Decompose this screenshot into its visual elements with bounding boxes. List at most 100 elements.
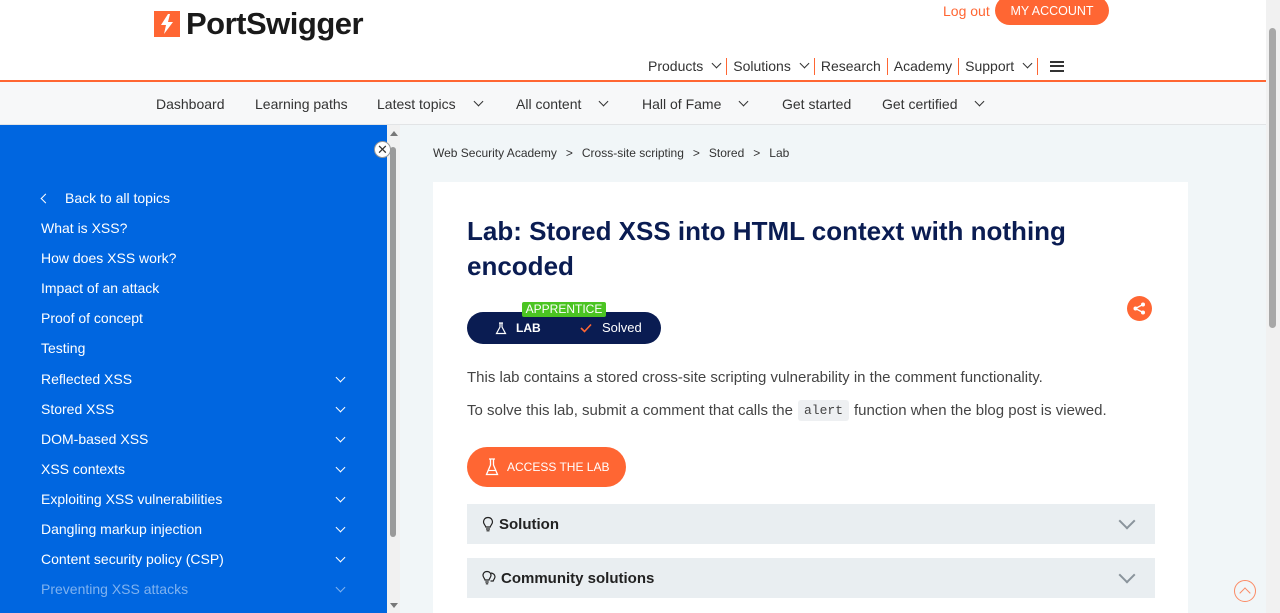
subnav-label: Dashboard [156,96,225,112]
lab-status-label: Solved [602,320,642,335]
hamburger-icon [1050,60,1065,72]
lab-status: Solved [580,320,642,335]
close-sidebar-button[interactable]: ✕ [374,141,391,158]
nav-label: Academy [893,58,953,74]
chevron-down-icon [711,58,722,69]
sidebar-item[interactable]: Proof of concept [41,308,347,328]
nav-label: Support [965,58,1015,74]
chevron-left-icon [40,193,51,203]
scroll-thumb[interactable] [1269,28,1276,328]
community-solutions-accordion[interactable]: Community solutions [467,558,1155,598]
access-lab-button[interactable]: ACCESS THE LAB [467,447,626,487]
accordion-title: Community solutions [501,569,655,587]
portswigger-logo[interactable]: PortSwigger [154,6,364,42]
sidebar-item-label: How does XSS work? [41,250,177,266]
sidebar-item[interactable]: Exploiting XSS vulnerabilities [41,489,347,509]
breadcrumb: Web Security Academy > Cross-site script… [433,146,789,160]
sidebar-item[interactable]: Reflected XSS [41,369,347,389]
nav-solutions[interactable]: Solutions [727,58,814,74]
subnav-latest-topics[interactable]: Latest topics [377,96,484,112]
back-to-topics-link[interactable]: Back to all topics [40,190,170,206]
chevron-down-icon[interactable] [335,402,346,412]
sidebar-item-label: XSS contexts [41,461,126,477]
sidebar-item-label: Preventing XSS attacks [41,581,189,597]
nav-academy[interactable]: Academy [888,58,958,74]
sidebar-item[interactable]: Stored XSS [41,399,347,419]
breadcrumb-stored[interactable]: Stored [709,146,744,160]
chevron-down-icon[interactable] [335,582,346,592]
share-button[interactable] [1127,296,1152,321]
chevron-down-icon[interactable] [335,432,346,442]
sidebar-item-label: Content security policy (CSP) [41,551,224,567]
lab-type: LAB [495,321,541,335]
chevron-down-icon[interactable] [335,522,346,532]
flask-icon [485,458,499,476]
chevron-down-icon [473,96,484,107]
subnav-get-started[interactable]: Get started [782,96,851,112]
chevron-down-icon [799,58,810,69]
subnav-hall-of-fame[interactable]: Hall of Fame [642,96,749,112]
subnav-get-certified[interactable]: Get certified [882,96,985,112]
scroll-up-icon[interactable] [390,131,398,136]
share-icon [1133,302,1145,315]
sidebar-scrollbar[interactable] [387,125,400,613]
flask-icon [495,321,507,334]
subnav-label: All content [516,96,582,112]
solution-accordion[interactable]: Solution [467,504,1155,544]
sidebar-item[interactable]: Content security policy (CSP) [41,549,347,569]
my-account-button[interactable]: MY ACCOUNT [995,0,1109,25]
sidebar-item-label: Exploiting XSS vulnerabilities [41,491,223,507]
lab-description: This lab contains a stored cross-site sc… [467,369,1043,386]
close-icon: ✕ [377,142,388,157]
sidebar-item[interactable]: How does XSS work? [41,248,347,268]
sidebar-item[interactable]: Impact of an attack [41,278,347,298]
chevron-down-icon[interactable] [335,552,346,562]
nav-label: Products [648,58,704,74]
breadcrumb-xss[interactable]: Cross-site scripting [582,146,684,160]
subnav-label: Get started [782,96,852,112]
page-title: Lab: Stored XSS into HTML context with n… [467,216,1066,281]
nav-products[interactable]: Products [642,58,726,74]
menu-button[interactable] [1038,60,1070,72]
instructions-text: function when the blog post is viewed. [854,402,1107,419]
brand-name: PortSwigger [186,6,364,41]
check-icon [580,323,592,333]
instructions-text: To solve this lab, submit a comment that… [467,402,793,419]
accordion-title: Solution [499,515,559,533]
sidebar-item-label: Stored XSS [41,401,115,417]
sidebar-item[interactable]: What is XSS? [41,218,347,238]
subnav-label: Latest topics [377,96,456,112]
breadcrumb-academy[interactable]: Web Security Academy [433,146,557,160]
breadcrumb-lab[interactable]: Lab [769,146,789,160]
sidebar-item-label: Testing [41,340,86,356]
scroll-down-icon[interactable] [390,603,398,608]
scroll-thumb[interactable] [390,147,396,537]
breadcrumb-separator: > [565,146,573,160]
sidebar-item[interactable]: Preventing XSS attacks [41,579,347,599]
nav-research[interactable]: Research [815,58,887,74]
sidebar-item[interactable]: Testing [41,338,347,358]
chevron-down-icon[interactable] [335,462,346,472]
subnav-all-content[interactable]: All content [516,96,609,112]
nav-label: Research [820,58,881,74]
chevron-down-icon [975,96,985,107]
inline-code: alert [797,400,849,421]
breadcrumb-separator: > [753,146,761,160]
site-header: PortSwigger Log out MY ACCOUNT Products … [0,0,1266,82]
sidebar-item[interactable]: Dangling markup injection [41,519,347,539]
chevron-down-icon [738,96,749,107]
sidebar-item-label: Reflected XSS [41,371,133,387]
page-scrollbar[interactable] [1266,0,1280,613]
academy-subnav: Dashboard Learning paths Latest topics A… [0,82,1266,125]
access-lab-label: ACCESS THE LAB [507,460,610,474]
subnav-learning-paths[interactable]: Learning paths [255,96,348,112]
back-to-top-button[interactable] [1234,580,1256,602]
sidebar-item[interactable]: DOM-based XSS [41,429,347,449]
chevron-down-icon[interactable] [335,492,346,502]
chevron-down-icon[interactable] [335,372,346,382]
subnav-dashboard[interactable]: Dashboard [156,96,225,112]
logout-link[interactable]: Log out [943,3,990,19]
nav-support[interactable]: Support [959,58,1037,74]
lightbulbs-icon [481,570,497,586]
sidebar-item[interactable]: XSS contexts [41,459,347,479]
